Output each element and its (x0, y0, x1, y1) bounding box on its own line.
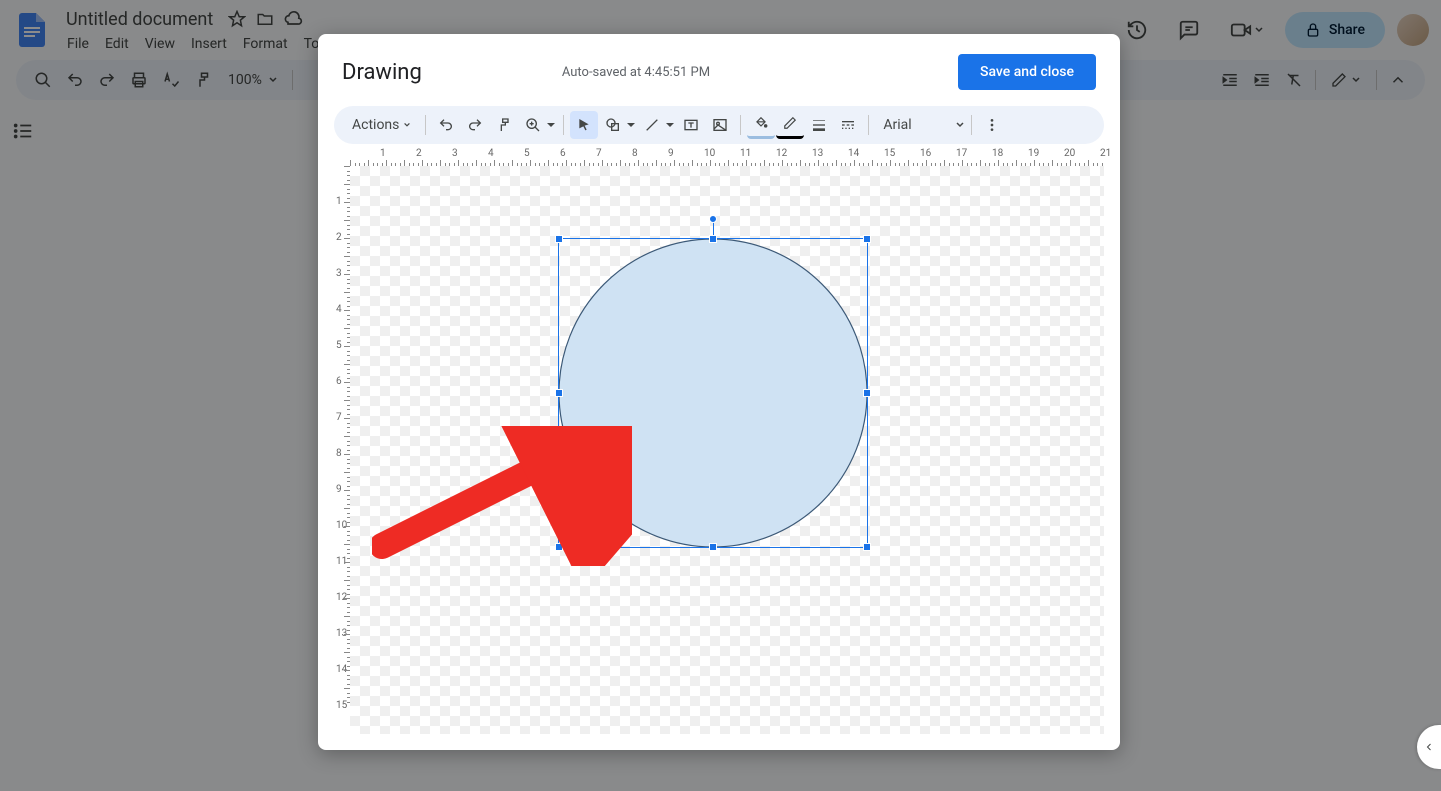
dialog-title: Drawing (342, 60, 422, 85)
border-color-icon[interactable] (776, 111, 804, 139)
actions-dropdown[interactable]: Actions (344, 117, 419, 133)
drawing-dialog: Drawing Auto-saved at 4:45:51 PM Save an… (318, 34, 1120, 750)
horizontal-ruler: 123456789101112131415161718192021 (334, 148, 1104, 166)
selection-box[interactable] (558, 238, 868, 548)
image-icon[interactable] (706, 111, 734, 139)
resize-handle-br[interactable] (863, 543, 871, 551)
text-box-icon[interactable] (677, 111, 705, 139)
resize-handle-bm[interactable] (709, 543, 717, 551)
redo-icon[interactable] (461, 111, 489, 139)
paint-format-icon[interactable] (490, 111, 518, 139)
save-and-close-button[interactable]: Save and close (958, 54, 1096, 90)
resize-handle-ml[interactable] (555, 389, 563, 397)
drawing-canvas[interactable] (350, 166, 1104, 734)
font-dropdown[interactable]: Arial (875, 117, 965, 133)
undo-icon[interactable] (432, 111, 460, 139)
resize-handle-tr[interactable] (863, 235, 871, 243)
fill-color-icon[interactable] (747, 111, 775, 139)
drawing-toolbar: Actions Arial (334, 106, 1104, 144)
border-dash-icon[interactable] (834, 111, 862, 139)
more-options-icon[interactable] (978, 111, 1006, 139)
vertical-ruler: 123456789101112131415 (334, 166, 350, 734)
select-tool-icon[interactable] (570, 111, 598, 139)
line-tool-icon[interactable] (638, 111, 666, 139)
shape-tool-icon[interactable] (599, 111, 627, 139)
dialog-header: Drawing Auto-saved at 4:45:51 PM Save an… (318, 34, 1120, 102)
rotate-handle[interactable] (709, 215, 717, 223)
autosave-status: Auto-saved at 4:45:51 PM (562, 65, 710, 80)
resize-handle-tl[interactable] (555, 235, 563, 243)
zoom-dropdown[interactable] (519, 111, 547, 139)
resize-handle-bl[interactable] (555, 543, 563, 551)
resize-handle-mr[interactable] (863, 389, 871, 397)
resize-handle-tm[interactable] (709, 235, 717, 243)
border-weight-icon[interactable] (805, 111, 833, 139)
